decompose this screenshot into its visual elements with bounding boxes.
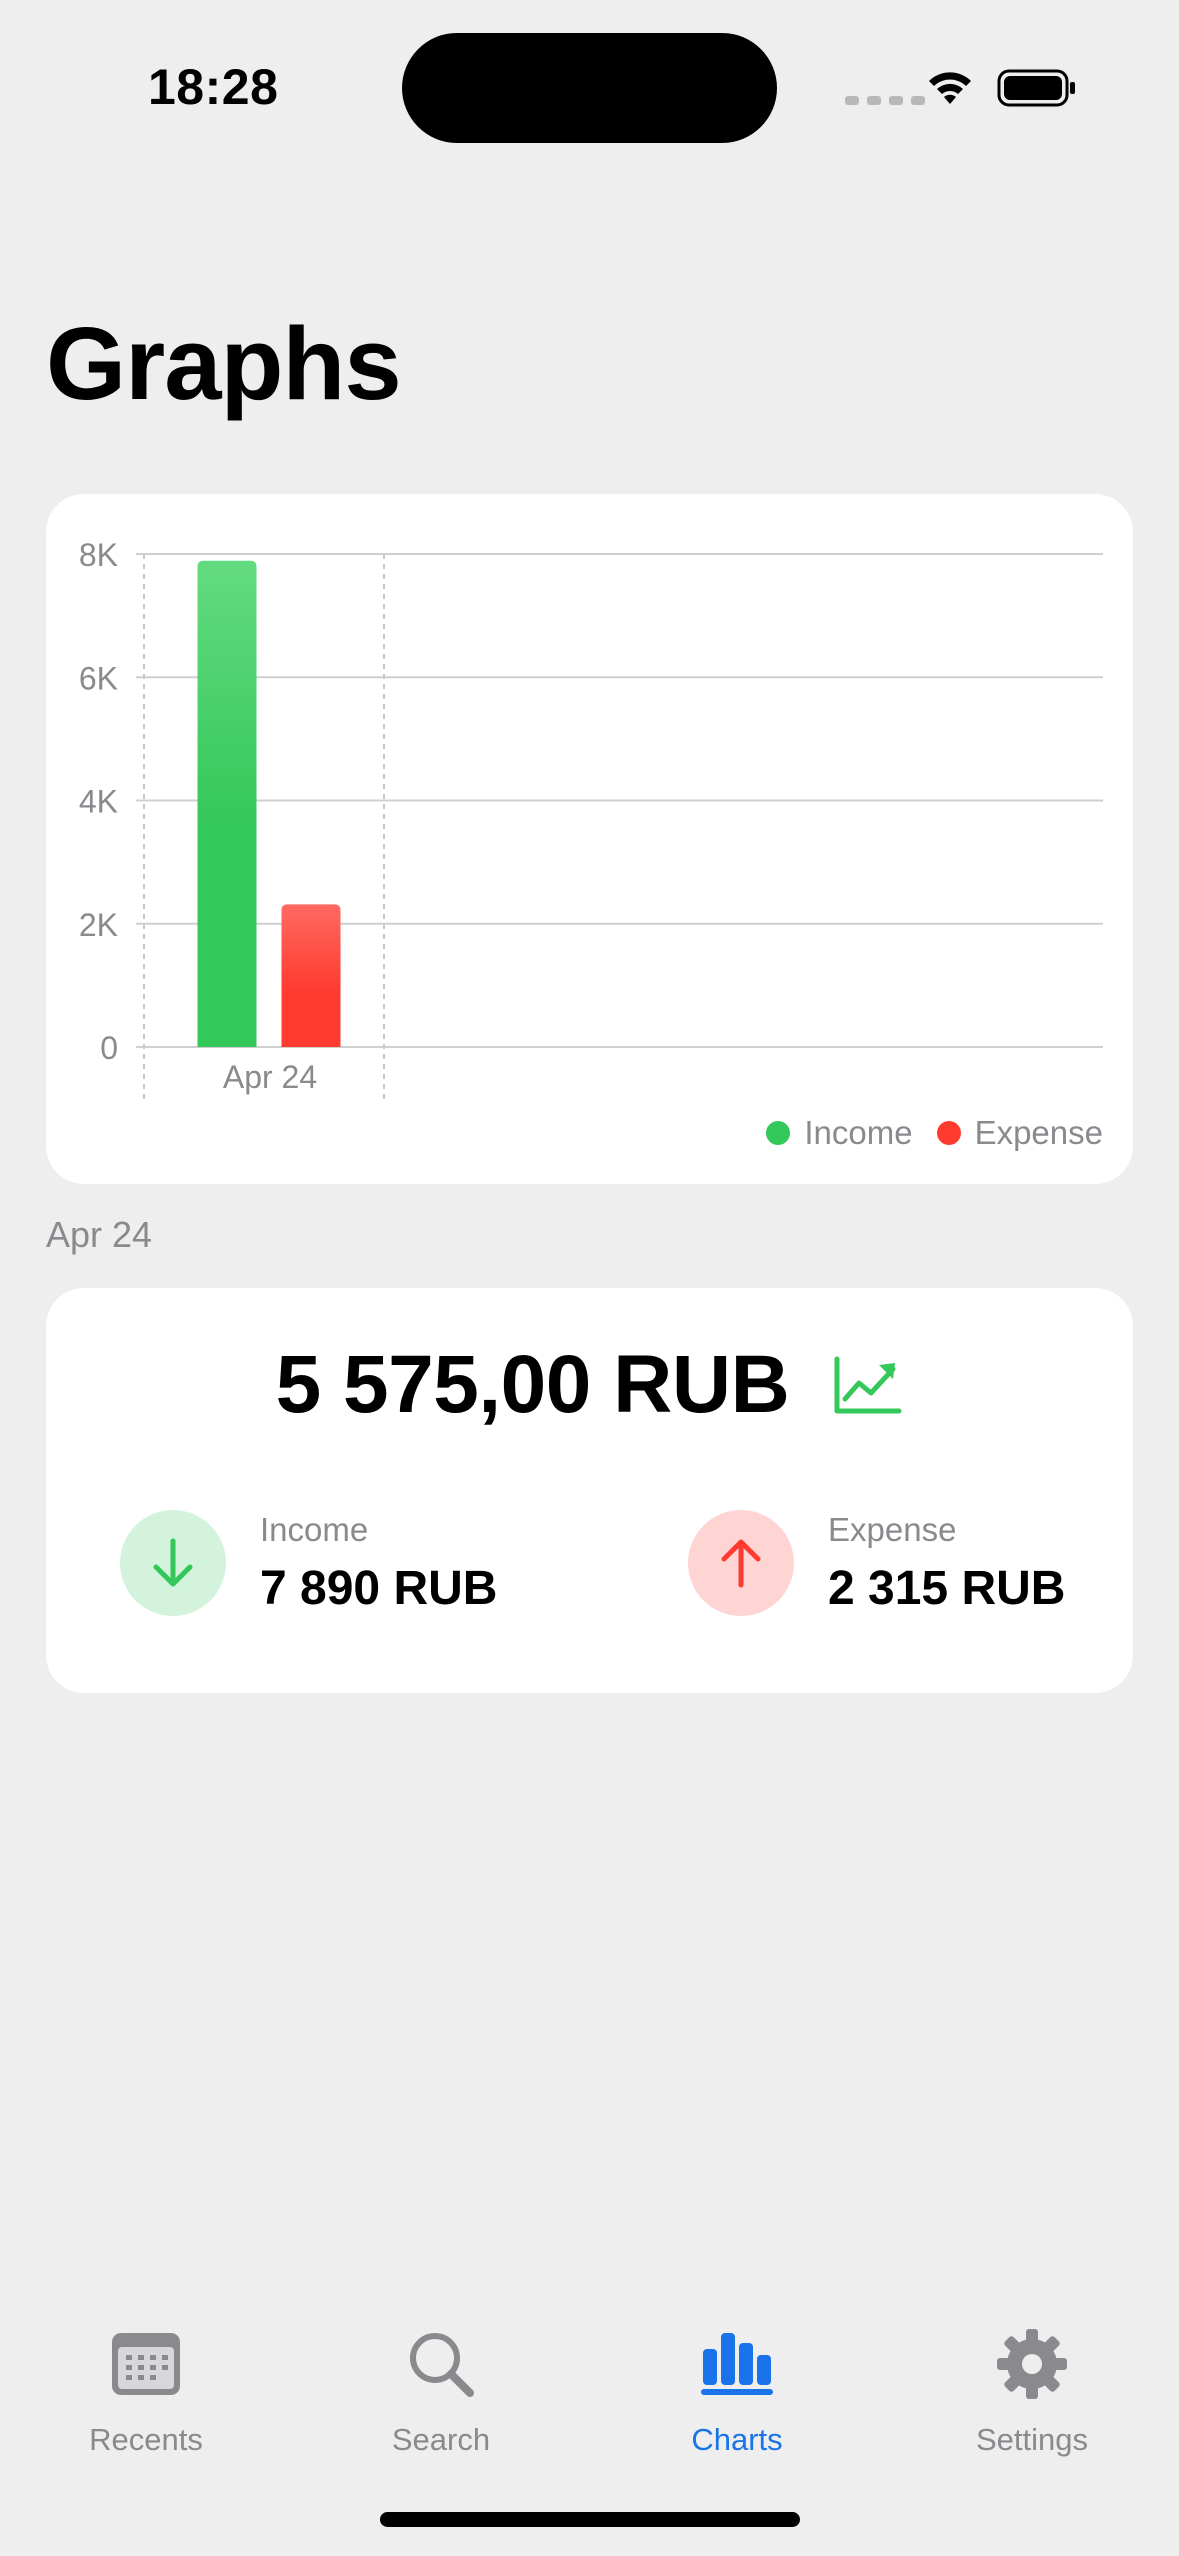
wifi-icon <box>929 72 971 104</box>
tab-label-charts: Charts <box>691 2422 783 2457</box>
y-tick-label: 6K <box>79 660 118 696</box>
income-stat: Income 7 890 RUB <box>120 1510 497 1616</box>
income-label: Income <box>260 1511 369 1548</box>
chart-card[interactable]: 0 2K 4K 6K 8K Apr 24 Income Expense <box>46 494 1133 1184</box>
total-amount: 5 575,00 RUB <box>275 1339 790 1430</box>
bar-chart[interactable]: 0 2K 4K 6K 8K Apr 24 <box>46 494 1133 1114</box>
calendar-icon <box>106 2324 186 2404</box>
status-indicators <box>845 62 1080 112</box>
total-row: 5 575,00 RUB <box>46 1338 1133 1432</box>
chart-legend: Income Expense <box>766 1114 1103 1152</box>
cellular-signal-icon <box>845 96 925 105</box>
gear-icon <box>992 2324 1072 2404</box>
status-time: 18:28 <box>148 59 279 115</box>
income-icon-circle <box>120 1510 226 1616</box>
tab-charts[interactable]: Charts <box>617 2324 857 2458</box>
tab-label-settings: Settings <box>975 2422 1088 2457</box>
legend-label-expense: Expense <box>974 1114 1103 1151</box>
page-title: Graphs <box>46 306 402 421</box>
tab-settings[interactable]: Settings <box>912 2324 1152 2458</box>
period-label: Apr 24 <box>46 1214 153 1255</box>
y-tick-label: 0 <box>100 1030 118 1066</box>
bar-chart-icon <box>697 2324 777 2404</box>
y-tick-label: 2K <box>79 907 118 943</box>
arrow-up-icon <box>721 1539 761 1588</box>
tab-label-search: Search <box>391 2422 491 2457</box>
legend-label-income: Income <box>804 1114 913 1151</box>
legend-item-expense: Expense <box>936 1114 1103 1152</box>
summary-card: 5 575,00 RUB Income 7 890 RUB Expense 2 … <box>46 1288 1133 1693</box>
bar-income <box>197 560 257 1047</box>
legend-dot-income <box>766 1121 791 1145</box>
expense-icon-circle <box>688 1510 794 1616</box>
income-value: 7 890 RUB <box>260 1562 498 1615</box>
battery-icon <box>997 69 1075 107</box>
home-indicator <box>380 2512 800 2527</box>
arrow-down-icon <box>153 1538 193 1587</box>
tab-label-recents: Recents <box>89 2422 203 2457</box>
x-tick-label: Apr 24 <box>223 1059 317 1095</box>
legend-item-income: Income <box>766 1114 913 1152</box>
magnifier-icon <box>401 2324 481 2404</box>
expense-value: 2 315 RUB <box>828 1562 1066 1615</box>
tab-search[interactable]: Search <box>321 2324 561 2458</box>
chart-line-uptrend-icon <box>834 1356 902 1414</box>
expense-label: Expense <box>828 1511 957 1548</box>
legend-dot-expense <box>936 1121 961 1145</box>
tab-recents[interactable]: Recents <box>26 2324 266 2458</box>
y-tick-label: 4K <box>79 784 118 820</box>
y-tick-label: 8K <box>79 537 118 573</box>
bar-expense <box>281 904 341 1047</box>
dynamic-island <box>402 33 777 143</box>
expense-stat: Expense 2 315 RUB <box>688 1510 1065 1616</box>
